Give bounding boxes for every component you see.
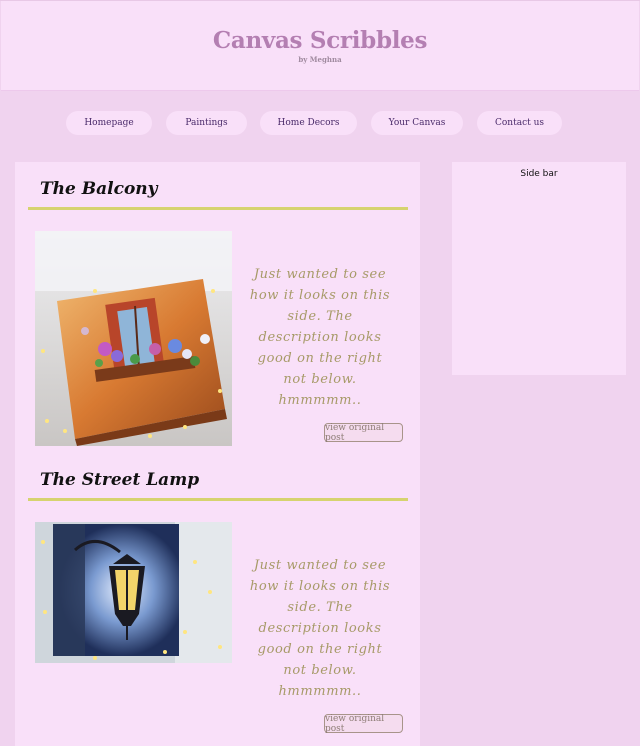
balcony-painting-image[interactable] xyxy=(35,231,232,446)
main-content: The Balcony Just wanted to see how it lo… xyxy=(15,162,420,746)
nav-item-homepage[interactable]: Homepage xyxy=(66,111,152,135)
nav-item-paintings[interactable]: Paintings xyxy=(166,111,247,135)
sidebar: Side bar xyxy=(452,162,626,375)
nav-bar: Homepage Paintings Home Decors Your Canv… xyxy=(0,111,640,135)
site-subtitle: by Meghna xyxy=(298,55,342,64)
site-title[interactable]: Canvas Scribbles xyxy=(1,27,639,54)
site-header: Canvas Scribbles by Meghna xyxy=(1,1,639,91)
street-lamp-painting-image[interactable] xyxy=(35,522,232,663)
nav-item-your-canvas[interactable]: Your Canvas xyxy=(371,111,463,135)
post-description: Just wanted to see how it looks on this … xyxy=(249,558,391,699)
post-title[interactable]: The Street Lamp xyxy=(40,470,199,490)
view-original-post-button[interactable]: view original post xyxy=(324,423,403,443)
nav-item-contact-us[interactable]: Contact us xyxy=(477,111,562,135)
post-divider xyxy=(28,498,408,501)
view-original-post-button[interactable]: view original post xyxy=(324,714,403,734)
post-title[interactable]: The Balcony xyxy=(40,179,158,199)
post-divider xyxy=(28,207,408,210)
nav-item-home-decors[interactable]: Home Decors xyxy=(260,111,357,135)
post-description: Just wanted to see how it looks on this … xyxy=(249,267,391,408)
sidebar-title: Side bar xyxy=(520,169,558,179)
